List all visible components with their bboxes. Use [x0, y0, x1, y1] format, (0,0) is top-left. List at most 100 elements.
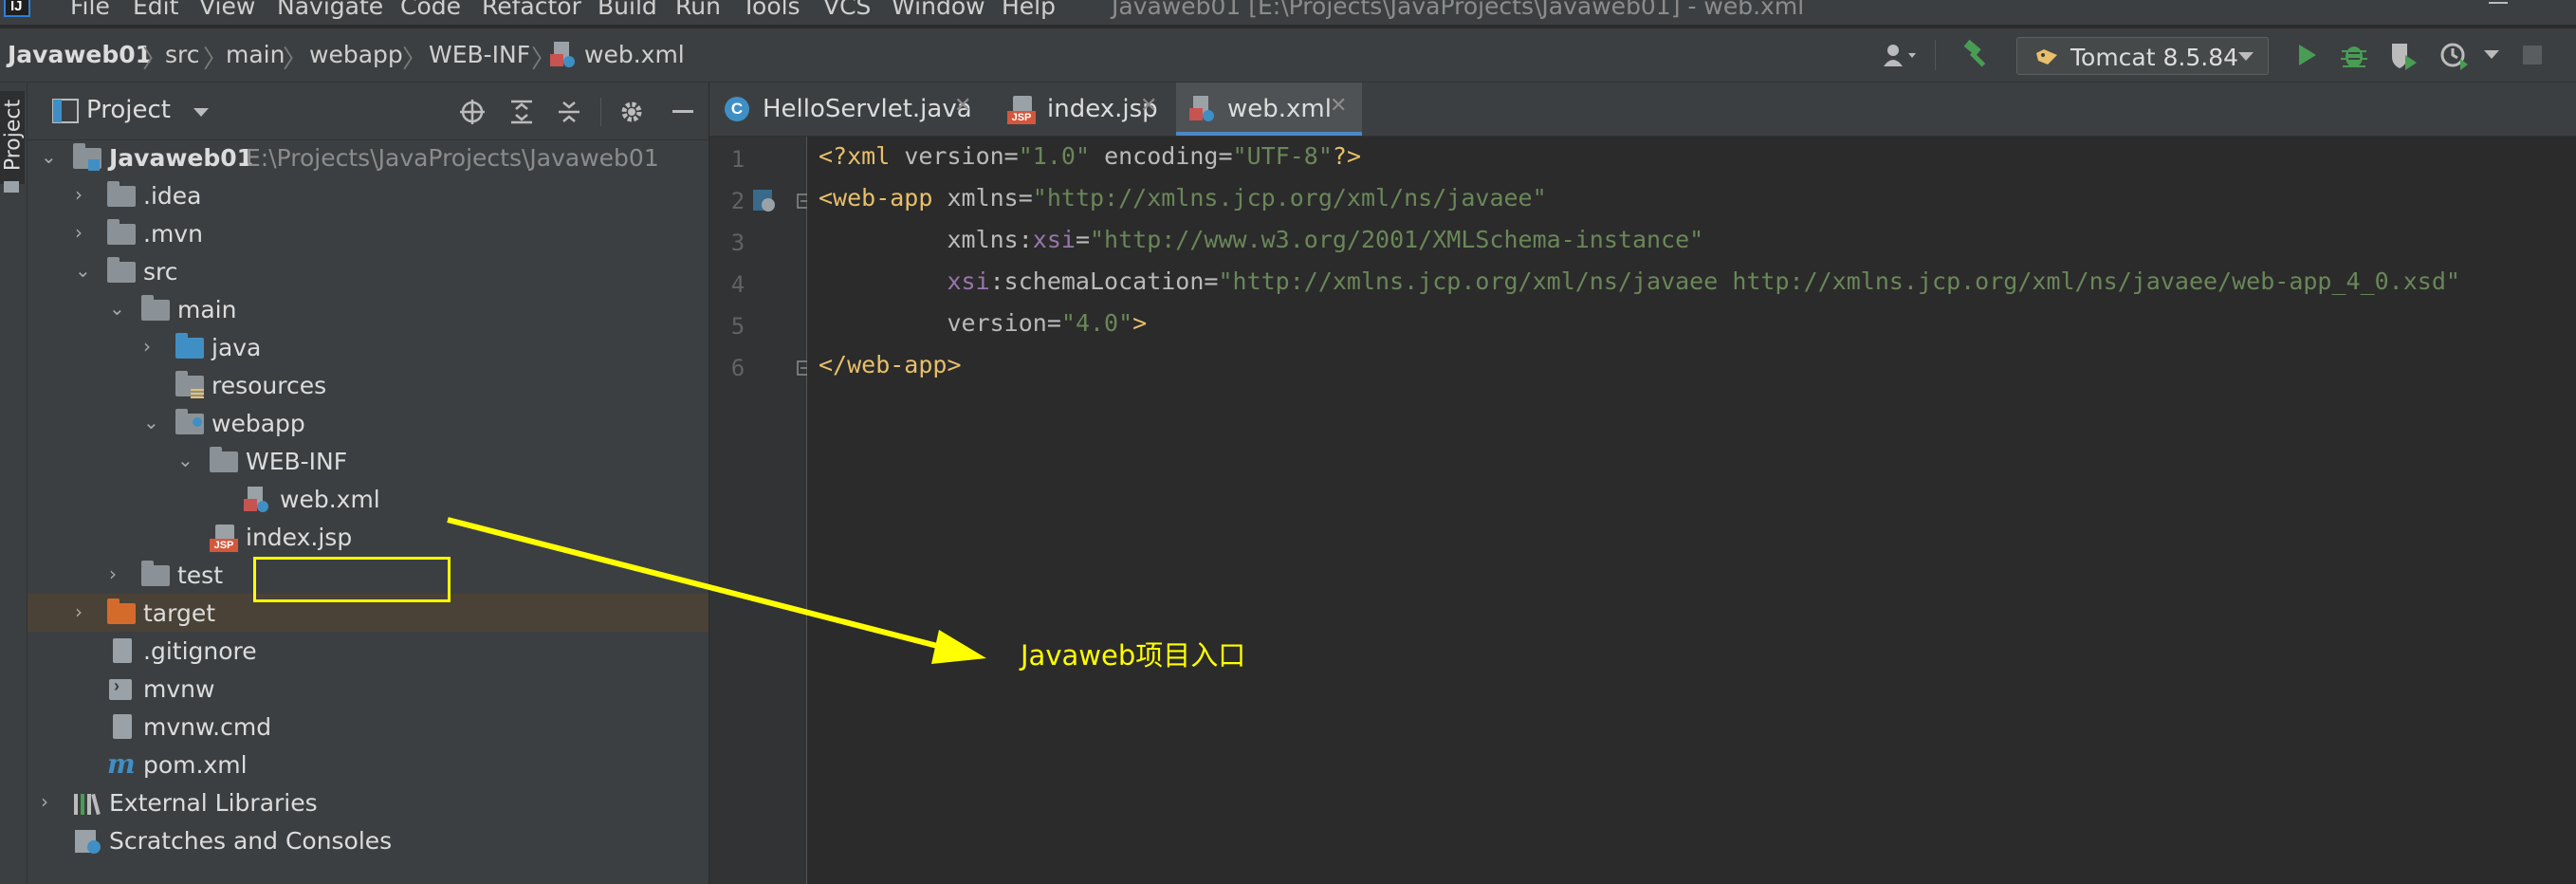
menu-navigate[interactable]: Navigate — [277, 0, 383, 20]
chevron-down-icon[interactable]: ⌄ — [41, 145, 57, 168]
code-token: = — [1046, 309, 1061, 337]
tree-item-resources[interactable]: resources — [28, 366, 708, 404]
chevron-down-icon[interactable] — [193, 107, 210, 119]
chevron-right-icon[interactable]: › — [109, 562, 117, 585]
tree-item-webapp[interactable]: ⌄ webapp — [28, 404, 708, 442]
chevron-down-icon[interactable]: ⌄ — [143, 411, 159, 433]
code-token: "http://xmlns.jcp.org/xml/ns/javaee http… — [1218, 267, 2460, 295]
web-descriptor-icon[interactable] — [751, 188, 778, 214]
folder-icon — [107, 257, 136, 283]
menu-edit[interactable]: Edit — [133, 0, 178, 20]
tree-item-scratches[interactable]: Scratches and Consoles — [28, 821, 708, 859]
tree-item-mvnw[interactable]: › mvnw — [28, 670, 708, 708]
scratches-icon — [75, 830, 101, 854]
code-token: ?> — [1332, 142, 1362, 170]
stop-icon[interactable] — [2523, 46, 2542, 64]
module-badge-icon — [88, 159, 100, 171]
close-icon[interactable]: ✕ — [954, 94, 971, 118]
chevron-down-icon[interactable]: ⌄ — [109, 297, 125, 320]
folder-icon — [4, 181, 19, 193]
tree-item-gitignore[interactable]: .gitignore — [28, 632, 708, 670]
code-line-5: version="4.0"> — [819, 309, 1147, 337]
left-tool-stripe — [0, 83, 28, 884]
profiler-clock-icon[interactable] — [2439, 40, 2470, 70]
tree-item-java[interactable]: › java — [28, 328, 708, 366]
run-icon[interactable] — [2293, 42, 2320, 68]
menu-window[interactable]: Window — [892, 0, 985, 20]
tab-web-xml[interactable]: web.xml ✕ — [1176, 83, 1362, 136]
code-token: = — [1218, 142, 1233, 170]
chevron-down-icon[interactable]: ⌄ — [75, 259, 91, 282]
chevron-right-icon[interactable]: › — [75, 221, 83, 244]
expand-all-icon[interactable] — [507, 98, 536, 126]
coverage-shield-icon[interactable] — [2388, 40, 2419, 70]
tab-index-jsp[interactable]: JSP index.jsp ✕ — [986, 83, 1167, 136]
menu-refactor[interactable]: Refactor — [482, 0, 581, 20]
hide-panel-icon[interactable] — [672, 110, 693, 113]
menu-tools[interactable]: Tools — [742, 0, 800, 20]
menu-code[interactable]: Code — [400, 0, 461, 20]
tree-item-path: E:\Projects\JavaProjects\Javaweb01 — [246, 144, 659, 172]
close-icon[interactable]: ✕ — [1140, 94, 1157, 118]
code-token: :schemaLocation — [989, 267, 1205, 295]
tree-item-src[interactable]: ⌄ src — [28, 252, 708, 290]
highlight-box — [253, 557, 451, 602]
tree-item-pom-xml[interactable]: m pom.xml — [28, 746, 708, 783]
tree-item-label: External Libraries — [109, 789, 318, 817]
web-badge-icon — [193, 417, 202, 427]
tree-item-external-libraries[interactable]: › External Libraries — [28, 783, 708, 821]
editor-gutter: 1 2 3 4 5 6 — [709, 137, 812, 884]
code-line-6: </web-app> — [819, 351, 962, 378]
debug-bug-icon[interactable] — [2339, 40, 2369, 70]
java-class-icon: C — [725, 97, 749, 121]
menu-run[interactable]: Run — [675, 0, 721, 20]
code-editor[interactable]: <?xml version="1.0" encoding="UTF-8"?> <… — [807, 137, 2576, 884]
navigation-bar: Javaweb01 〉 src 〉 main 〉 webapp 〉 WEB-IN… — [0, 28, 2576, 83]
code-token: version — [947, 309, 1047, 337]
code-token: </web-app> — [819, 351, 962, 378]
user-account-icon[interactable] — [1882, 42, 1920, 68]
gear-icon[interactable] — [617, 98, 646, 126]
breadcrumb-webapp[interactable]: webapp — [309, 41, 403, 68]
tree-item-web-xml[interactable]: web.xml — [28, 480, 708, 518]
tree-item-label: src — [143, 258, 178, 285]
tree-item-label: WEB-INF — [246, 448, 348, 475]
menu-view[interactable]: View — [199, 0, 255, 20]
chevron-down-icon[interactable] — [2483, 49, 2500, 61]
chevron-down-icon[interactable]: ⌄ — [177, 449, 193, 471]
project-panel-title[interactable]: Project — [86, 96, 171, 124]
tree-item-javaweb01[interactable]: ⌄ Javaweb01 E:\Projects\JavaProjects\Jav… — [28, 138, 708, 176]
tab-hello-servlet[interactable]: C HelloServlet.java ✕ — [709, 83, 984, 136]
tree-item-main[interactable]: ⌄ main — [28, 290, 708, 328]
chevron-right-icon[interactable]: › — [75, 183, 83, 206]
close-icon[interactable]: ✕ — [1330, 94, 1347, 118]
menu-build[interactable]: Build — [598, 0, 657, 20]
build-hammer-icon[interactable] — [1961, 40, 1992, 70]
folder-icon — [141, 561, 170, 586]
menu-file[interactable]: File — [70, 0, 110, 20]
menu-help[interactable]: Help — [1002, 0, 1056, 20]
tree-item-mvn[interactable]: › .mvn — [28, 214, 708, 252]
tree-item-mvnw-cmd[interactable]: mvnw.cmd — [28, 708, 708, 746]
chevron-right-icon[interactable]: › — [75, 600, 83, 623]
tree-item-label: .idea — [143, 182, 202, 210]
tree-item-label: index.jsp — [246, 524, 353, 551]
breadcrumb-main[interactable]: main — [226, 41, 285, 68]
collapse-all-icon[interactable] — [555, 98, 583, 126]
locate-target-icon[interactable] — [458, 98, 487, 126]
breadcrumb-project[interactable]: Javaweb01 — [8, 41, 152, 68]
minimize-icon[interactable] — [2489, 2, 2508, 4]
menu-vcs[interactable]: VCS — [823, 0, 871, 20]
tab-label: web.xml — [1227, 95, 1332, 123]
tree-item-idea[interactable]: › .idea — [28, 176, 708, 214]
chevron-right-icon[interactable]: › — [41, 790, 48, 813]
run-configuration-selector[interactable]: Tomcat 8.5.84 — [2016, 37, 2269, 75]
breadcrumb-web-inf[interactable]: WEB-INF — [429, 41, 530, 68]
breadcrumb-web-xml[interactable]: web.xml — [584, 41, 685, 68]
breadcrumb-src[interactable]: src — [165, 41, 200, 68]
jsp-badge-icon: JSP — [1007, 111, 1036, 124]
tree-item-web-inf[interactable]: ⌄ WEB-INF — [28, 442, 708, 480]
chevron-right-icon[interactable]: › — [143, 335, 151, 358]
tree-item-index-jsp[interactable]: JSP index.jsp — [28, 518, 708, 556]
